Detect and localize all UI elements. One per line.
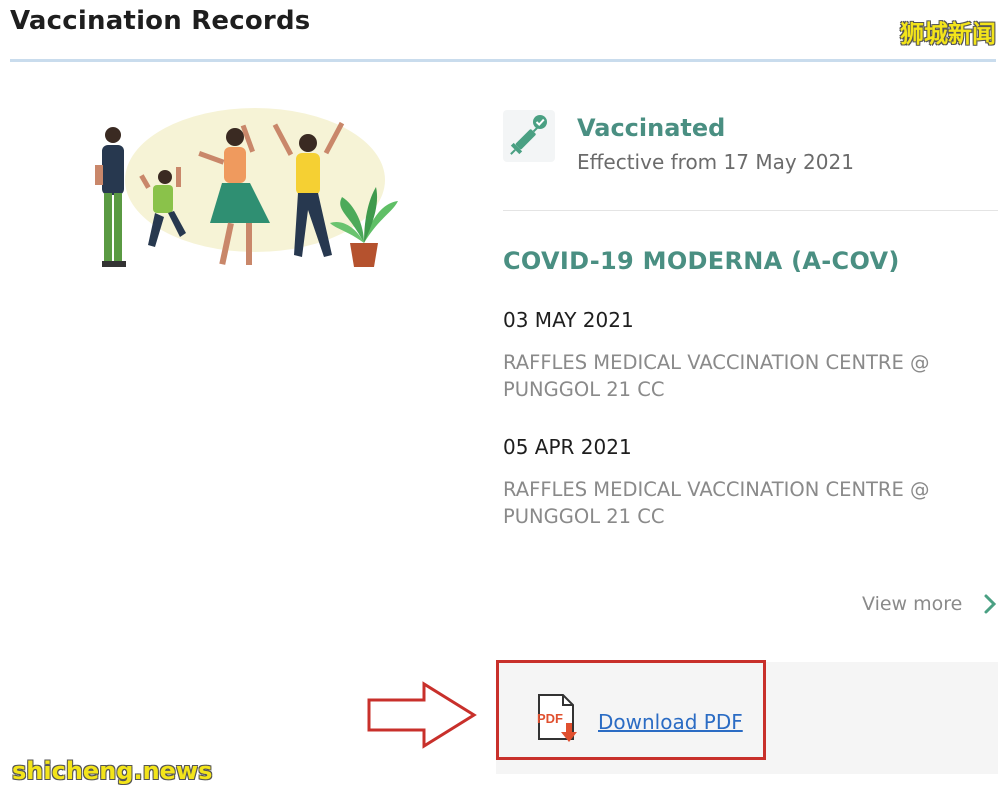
dose-location: RAFFLES MEDICAL VACCINATION CENTRE @ PUN… <box>503 478 930 528</box>
arrow-right-icon <box>367 681 477 749</box>
celebration-illustration <box>95 108 398 267</box>
page-title: Vaccination Records <box>10 6 311 36</box>
syringe-check-icon <box>510 115 547 155</box>
chevron-right-icon[interactable] <box>982 592 998 616</box>
effective-date-text: Effective from 17 May 2021 <box>577 150 854 174</box>
vaccination-status-label: Vaccinated <box>577 114 726 142</box>
dose-date: 05 APR 2021 <box>503 435 632 459</box>
view-more-link[interactable]: View more <box>862 593 962 615</box>
person-man-figure <box>95 127 126 267</box>
title-divider <box>10 59 996 62</box>
vaccinated-status-icon-box <box>503 110 555 162</box>
watermark-bottom: shicheng.news <box>12 757 213 785</box>
highlight-box <box>496 660 766 760</box>
vaccine-name: COVID-19 MODERNA (A-COV) <box>503 247 900 275</box>
section-divider <box>503 210 998 211</box>
dose-date: 03 MAY 2021 <box>503 308 634 332</box>
watermark-top: 狮城新闻 <box>900 20 996 48</box>
dose-location: RAFFLES MEDICAL VACCINATION CENTRE @ PUN… <box>503 351 930 401</box>
